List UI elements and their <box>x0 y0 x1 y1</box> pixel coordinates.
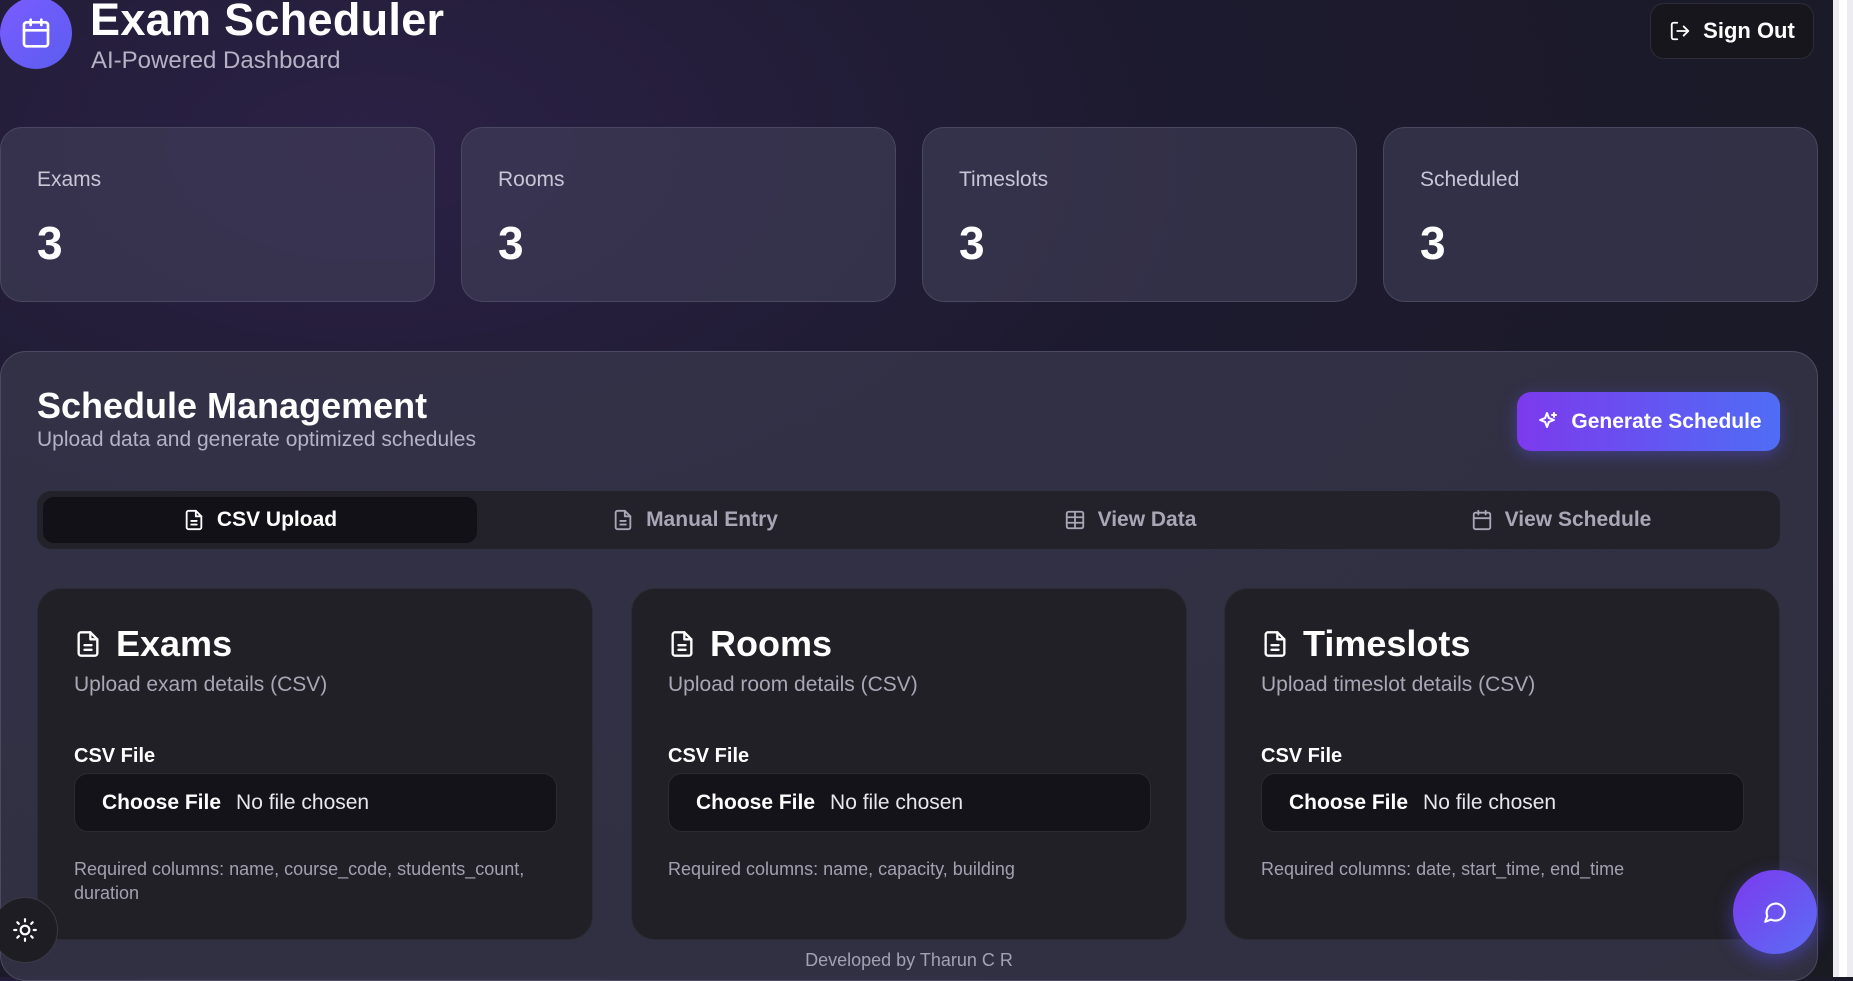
generate-schedule-label: Generate Schedule <box>1571 409 1762 433</box>
stat-value: 3 <box>1420 217 1446 269</box>
exams-file-input[interactable]: Choose File No file chosen <box>74 773 557 832</box>
file-text-icon <box>671 631 693 657</box>
tab-label: CSV Upload <box>216 508 338 531</box>
file-status: No file chosen <box>830 790 964 814</box>
tab-label: View Data <box>1097 508 1197 531</box>
csv-file-label: CSV File <box>74 745 156 767</box>
csv-file-label: CSV File <box>1261 745 1343 767</box>
stat-label: Exams <box>37 168 102 191</box>
stat-value: 3 <box>37 217 63 269</box>
stat-card-rooms: Rooms 3 <box>461 127 896 302</box>
panel-subtitle: Upload data and generate optimized sched… <box>37 428 476 451</box>
required-columns-note: Required columns: date, start_time, end_… <box>1261 859 1625 879</box>
card-title: Exams <box>116 623 233 664</box>
file-text-icon <box>614 509 632 531</box>
generate-schedule-button[interactable]: Generate Schedule <box>1517 392 1780 451</box>
calendar-icon <box>1472 509 1491 531</box>
app-subtitle: AI-Powered Dashboard <box>91 47 341 74</box>
file-text-icon <box>1264 631 1286 657</box>
file-status: No file chosen <box>1423 790 1557 814</box>
app-logo <box>0 0 72 69</box>
tab-view-schedule[interactable]: View Schedule <box>1348 497 1774 543</box>
tab-manual-entry[interactable]: Manual Entry <box>478 497 912 543</box>
card-title: Rooms <box>710 623 833 664</box>
tab-view-data[interactable]: View Data <box>913 497 1347 543</box>
stat-value: 3 <box>498 217 524 269</box>
stat-label: Scheduled <box>1420 168 1520 191</box>
tab-label: Manual Entry <box>646 508 778 531</box>
tab-label: View Schedule <box>1504 508 1652 531</box>
choose-file-button[interactable]: Choose File <box>1289 791 1408 815</box>
stat-card-exams: Exams 3 <box>0 127 435 302</box>
tab-bar: CSV Upload Manual Entry View Data View S… <box>37 491 1780 549</box>
table-icon <box>1065 510 1084 530</box>
app-title: Exam Scheduler <box>90 0 445 45</box>
rooms-file-input[interactable]: Choose File No file chosen <box>668 773 1151 832</box>
choose-file-button[interactable]: Choose File <box>696 791 815 815</box>
choose-file-button[interactable]: Choose File <box>102 791 221 815</box>
card-subtitle: Upload exam details (CSV) <box>74 673 328 696</box>
exams-upload-card: Exams Upload exam details (CSV) CSV File… <box>37 588 593 940</box>
stat-card-scheduled: Scheduled 3 <box>1383 127 1818 302</box>
card-subtitle: Upload room details (CSV) <box>668 673 918 696</box>
scrollbar[interactable] <box>1833 0 1853 977</box>
sign-out-button[interactable]: Sign Out <box>1650 3 1814 59</box>
sun-icon <box>13 918 37 942</box>
required-columns-note: Required columns: name, course_code, stu… <box>74 859 525 903</box>
stat-label: Timeslots <box>959 168 1049 191</box>
stat-value: 3 <box>959 217 985 269</box>
footer-credit: Developed by Tharun C R <box>805 950 1013 970</box>
panel-title: Schedule Management <box>37 385 428 426</box>
stat-label: Rooms <box>498 168 565 191</box>
card-subtitle: Upload timeslot details (CSV) <box>1261 673 1536 696</box>
sign-out-label: Sign Out <box>1703 18 1795 43</box>
sparkles-icon <box>1539 411 1558 428</box>
timeslots-upload-card: Timeslots Upload timeslot details (CSV) … <box>1224 588 1780 940</box>
stat-card-timeslots: Timeslots 3 <box>922 127 1357 302</box>
file-text-icon <box>77 631 99 657</box>
card-title: Timeslots <box>1303 623 1471 664</box>
chat-button[interactable] <box>1733 870 1817 954</box>
csv-file-label: CSV File <box>668 745 750 767</box>
message-circle-icon <box>1764 902 1786 923</box>
file-text-icon <box>185 509 203 531</box>
calendar-icon <box>22 18 50 48</box>
file-status: No file chosen <box>236 790 370 814</box>
required-columns-note: Required columns: name, capacity, buildi… <box>668 859 1015 879</box>
tab-csv-upload[interactable]: CSV Upload <box>43 497 477 543</box>
log-out-icon <box>1671 21 1690 41</box>
rooms-upload-card: Rooms Upload room details (CSV) CSV File… <box>631 588 1187 940</box>
timeslots-file-input[interactable]: Choose File No file chosen <box>1261 773 1744 832</box>
